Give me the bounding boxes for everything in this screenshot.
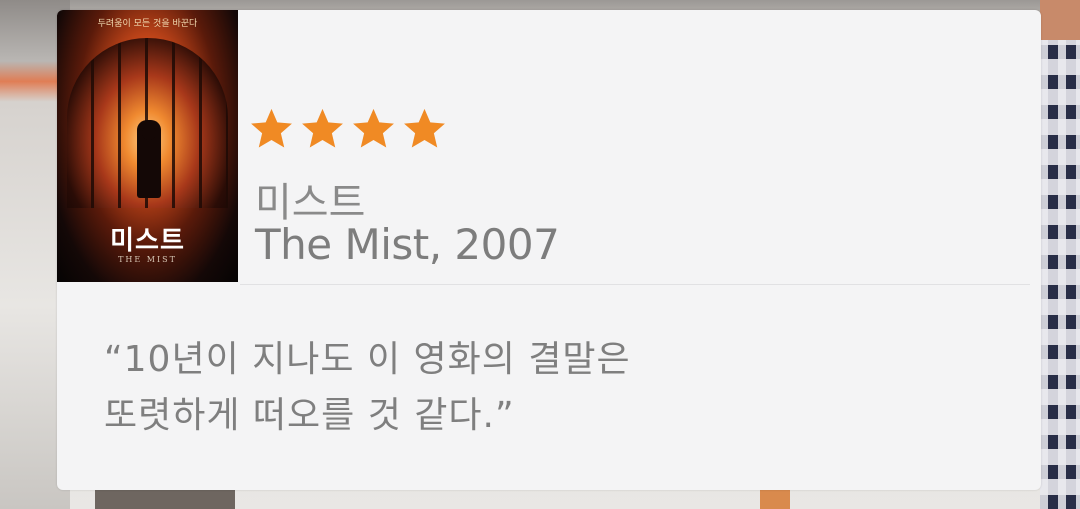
background-right-top	[1040, 0, 1080, 40]
movie-review-card: 두려움이 모든 것을 바꾼다 미스트 THE MIST 미스트 The Mist…	[57, 10, 1041, 490]
divider	[240, 284, 1030, 285]
background-plaid-fabric	[1040, 0, 1080, 509]
star-icon	[404, 108, 445, 148]
background-bottom-shape	[95, 490, 235, 509]
review-quote-line-2: 또렷하게 떠오를 것 같다.”	[104, 395, 515, 436]
poster-silhouette-head	[142, 126, 156, 140]
star-icon	[251, 108, 292, 148]
poster-tagline: 두려움이 모든 것을 바꾼다	[97, 19, 198, 29]
review-quote: “10년이 지나도 이 영화의 결말은 또렷하게 떠오를 것 같다.”	[104, 332, 631, 444]
movie-title-english: The Mist, 2007	[255, 220, 560, 269]
star-icon	[302, 108, 343, 148]
movie-poster: 두려움이 모든 것을 바꾼다 미스트 THE MIST	[57, 10, 238, 282]
review-quote-line-1: “10년이 지나도 이 영화의 결말은	[104, 339, 631, 380]
poster-subtitle: THE MIST	[118, 255, 177, 264]
star-icon	[353, 108, 394, 148]
poster-title: 미스트	[110, 226, 185, 256]
background-bottom-orange	[760, 490, 790, 509]
star-rating	[249, 106, 447, 151]
